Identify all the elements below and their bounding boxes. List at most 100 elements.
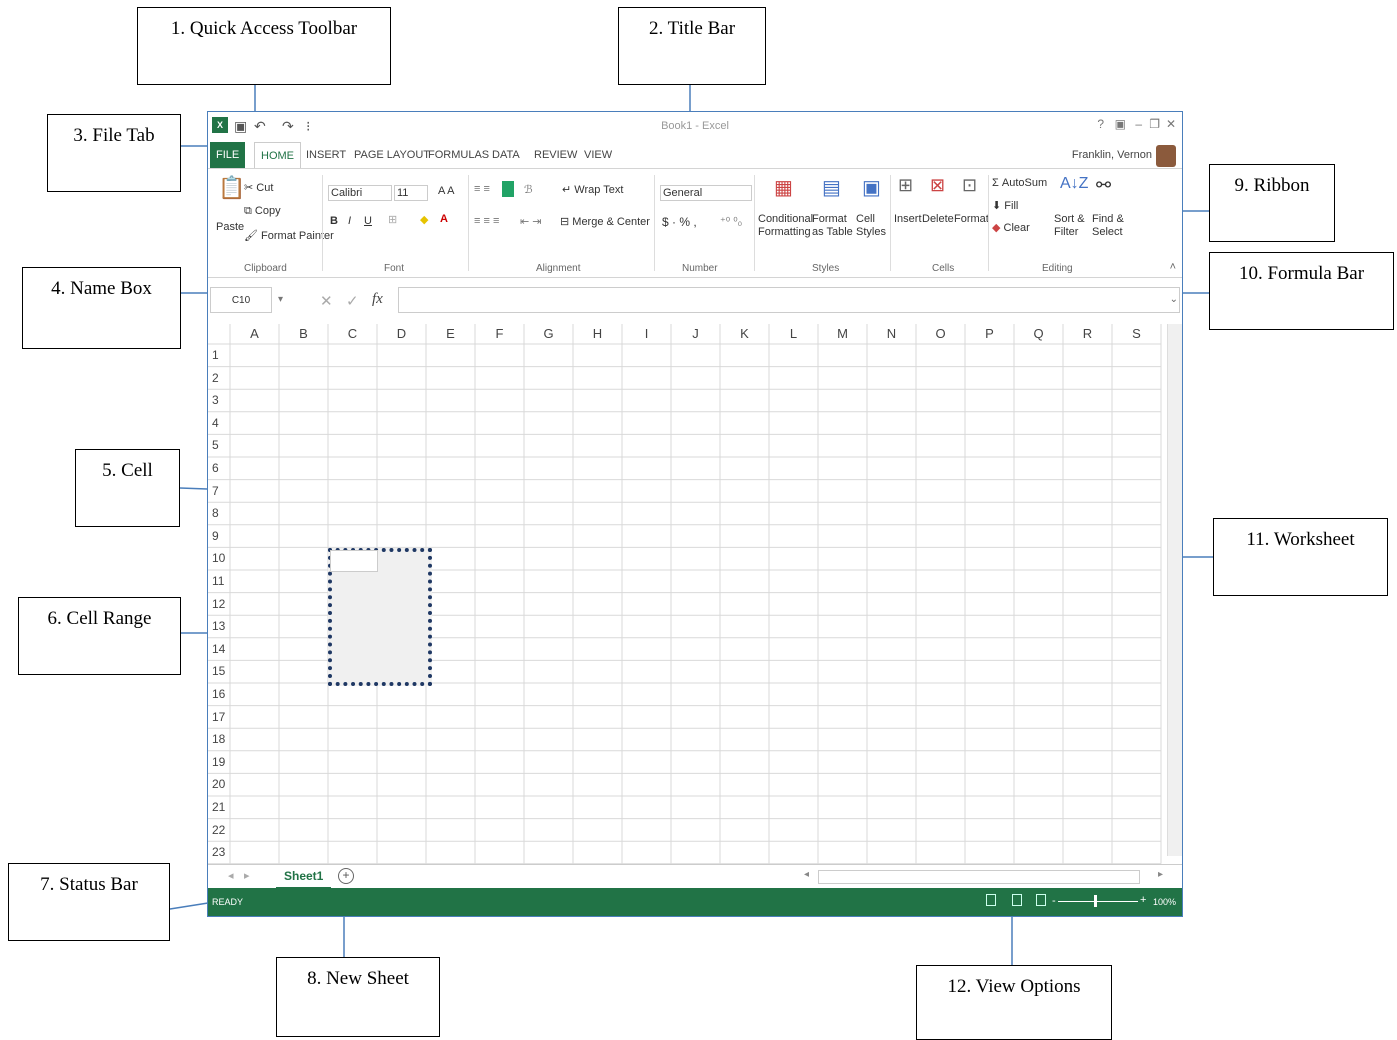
row-header[interactable]: 13 bbox=[212, 619, 225, 633]
italic-button[interactable]: I bbox=[348, 215, 351, 227]
new-sheet-button[interactable]: + bbox=[338, 868, 354, 884]
indent-icon[interactable]: ⇤ ⇥ bbox=[520, 215, 542, 228]
row-header[interactable]: 1 bbox=[212, 348, 219, 362]
column-header[interactable]: R bbox=[1063, 324, 1112, 344]
user-name[interactable]: Franklin, Vernon bbox=[1072, 149, 1152, 161]
wrap-text-button[interactable]: ↵ Wrap Text bbox=[562, 183, 623, 196]
row-header[interactable]: 18 bbox=[212, 732, 225, 746]
find-select-button[interactable]: Find & Select bbox=[1092, 213, 1126, 239]
zoom-in-icon[interactable]: + bbox=[1140, 894, 1146, 906]
borders-icon[interactable]: ⊞ bbox=[388, 213, 397, 226]
number-format-select[interactable]: General bbox=[660, 185, 752, 201]
column-header[interactable]: G bbox=[524, 324, 573, 344]
row-header[interactable]: 17 bbox=[212, 710, 225, 724]
cut-button[interactable]: ✂ Cut bbox=[244, 181, 273, 194]
underline-button[interactable]: U bbox=[364, 215, 372, 227]
fill-button[interactable]: ⬇ Fill bbox=[992, 199, 1018, 212]
close-icon[interactable]: ✕ bbox=[1166, 117, 1176, 131]
clear-button[interactable]: ◆ Clear bbox=[992, 221, 1030, 234]
cell-styles-button[interactable]: Cell Styles bbox=[856, 213, 888, 239]
copy-button[interactable]: ⧉ Copy bbox=[244, 205, 281, 218]
scroll-left-icon[interactable]: ◂ bbox=[804, 869, 809, 880]
page-break-view-icon[interactable] bbox=[1036, 894, 1046, 906]
delete-button[interactable]: Delete bbox=[922, 213, 954, 225]
font-color-icon[interactable]: A bbox=[440, 213, 448, 225]
column-header[interactable]: Q bbox=[1014, 324, 1063, 344]
tab-file[interactable]: FILE bbox=[210, 142, 246, 168]
column-header[interactable]: C bbox=[328, 324, 377, 344]
decimal-icon[interactable]: ⁺⁰ ⁰₀ bbox=[720, 215, 742, 228]
font-name-select[interactable]: Calibri bbox=[328, 185, 392, 201]
orientation-icon[interactable]: ℬ bbox=[524, 183, 533, 196]
row-header[interactable]: 23 bbox=[212, 845, 225, 859]
font-size-select[interactable]: 11 bbox=[394, 185, 428, 201]
row-header[interactable]: 5 bbox=[212, 438, 219, 452]
page-layout-view-icon[interactable] bbox=[1012, 894, 1022, 906]
row-header[interactable]: 16 bbox=[212, 687, 225, 701]
ribbon-display-icon[interactable]: ▣ bbox=[1115, 117, 1126, 131]
row-header[interactable]: 4 bbox=[212, 416, 219, 430]
column-header[interactable]: H bbox=[573, 324, 622, 344]
minimize-icon[interactable]: – bbox=[1135, 117, 1142, 131]
fill-color-icon[interactable]: ◆ bbox=[420, 213, 428, 226]
tab-insert[interactable]: INSERT bbox=[300, 142, 352, 168]
column-header[interactable]: J bbox=[671, 324, 720, 344]
column-header[interactable]: A bbox=[230, 324, 279, 344]
column-header[interactable]: E bbox=[426, 324, 475, 344]
tab-data[interactable]: DATA bbox=[486, 142, 526, 168]
insert-function-icon[interactable]: fx bbox=[372, 291, 383, 308]
collapse-ribbon-icon[interactable]: ˄ bbox=[1170, 261, 1176, 273]
row-header[interactable]: 2 bbox=[212, 371, 219, 385]
grow-font-icon[interactable]: A A bbox=[438, 185, 455, 197]
bold-button[interactable]: B bbox=[330, 215, 338, 227]
row-header[interactable]: 15 bbox=[212, 664, 225, 678]
vertical-scrollbar[interactable] bbox=[1167, 324, 1182, 856]
horizontal-scrollbar[interactable] bbox=[818, 870, 1140, 884]
column-header[interactable]: K bbox=[720, 324, 769, 344]
currency-icon[interactable]: $ · % , bbox=[662, 215, 697, 229]
merge-center-button[interactable]: ⊟ Merge & Center bbox=[560, 215, 650, 228]
column-header[interactable]: O bbox=[916, 324, 965, 344]
row-header[interactable]: 19 bbox=[212, 755, 225, 769]
paste-icon[interactable]: 📋 bbox=[218, 175, 245, 201]
column-header[interactable]: F bbox=[475, 324, 524, 344]
align-middle-icon[interactable] bbox=[502, 181, 514, 197]
row-header[interactable]: 9 bbox=[212, 529, 219, 543]
sort-filter-button[interactable]: Sort & Filter bbox=[1054, 213, 1088, 239]
sheet-tab-sheet1[interactable]: Sheet1 bbox=[276, 865, 332, 889]
name-box-dropdown-icon[interactable]: ▾ bbox=[278, 294, 283, 305]
row-header[interactable]: 21 bbox=[212, 800, 225, 814]
row-header[interactable]: 10 bbox=[212, 551, 225, 565]
column-header[interactable]: I bbox=[622, 324, 671, 344]
align-top-icon[interactable]: ≡ ≡ bbox=[474, 183, 490, 195]
row-header[interactable]: 14 bbox=[212, 642, 225, 656]
enter-icon[interactable]: ✓ bbox=[346, 292, 359, 310]
align-left-icon[interactable]: ≡ ≡ ≡ bbox=[474, 215, 499, 227]
format-button[interactable]: Format bbox=[954, 213, 989, 225]
cancel-icon[interactable]: ✕ bbox=[320, 292, 333, 310]
sheet-nav-next-icon[interactable]: ▸ bbox=[244, 869, 250, 882]
column-header[interactable]: D bbox=[377, 324, 426, 344]
formula-input[interactable] bbox=[398, 287, 1180, 313]
column-header[interactable]: B bbox=[279, 324, 328, 344]
row-header[interactable]: 12 bbox=[212, 597, 225, 611]
tab-home[interactable]: HOME bbox=[254, 142, 301, 169]
scroll-right-icon[interactable]: ▸ bbox=[1158, 869, 1163, 880]
sheet-nav-prev-icon[interactable]: ◂ bbox=[228, 869, 234, 882]
row-header[interactable]: 8 bbox=[212, 506, 219, 520]
row-header[interactable]: 11 bbox=[212, 574, 224, 588]
paste-button[interactable]: Paste bbox=[216, 221, 244, 233]
autosum-button[interactable]: Σ AutoSum bbox=[992, 177, 1047, 189]
restore-icon[interactable]: ❐ bbox=[1149, 117, 1160, 131]
row-header[interactable]: 20 bbox=[212, 777, 225, 791]
zoom-slider-track[interactable] bbox=[1058, 901, 1138, 902]
tab-formulas[interactable]: FORMULAS bbox=[422, 142, 495, 168]
name-box[interactable]: C10 bbox=[210, 287, 272, 313]
expand-formula-icon[interactable]: ⌄ bbox=[1170, 294, 1178, 305]
column-header[interactable]: S bbox=[1112, 324, 1161, 344]
column-header[interactable]: M bbox=[818, 324, 867, 344]
active-cell[interactable] bbox=[330, 550, 378, 572]
row-header[interactable]: 3 bbox=[212, 393, 219, 407]
format-as-table-button[interactable]: Format as Table bbox=[812, 213, 854, 239]
column-header[interactable]: P bbox=[965, 324, 1014, 344]
